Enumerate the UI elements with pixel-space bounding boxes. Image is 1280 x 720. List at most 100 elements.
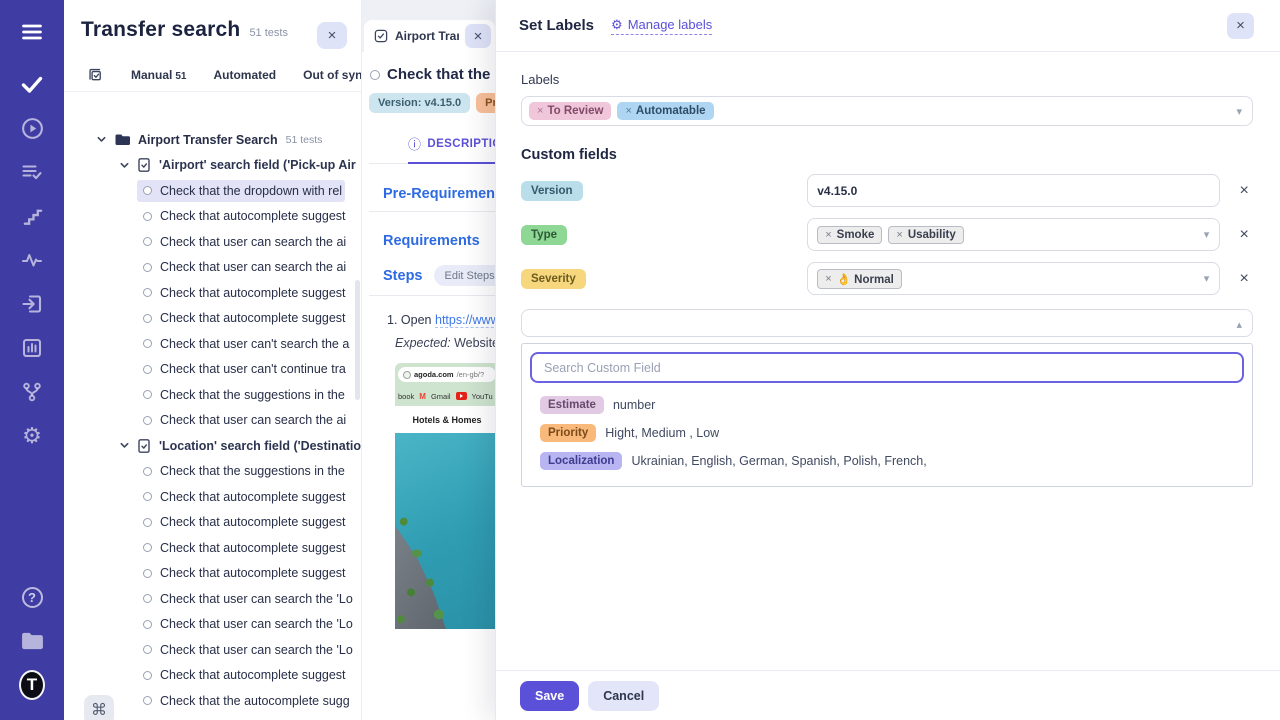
remove-chip-icon[interactable]: × (896, 229, 902, 241)
version-input[interactable] (817, 184, 1195, 198)
tree-test-item[interactable]: Check that user can search the ai (64, 229, 361, 255)
case-tab-bar: Airport Transfer × (362, 0, 495, 52)
tree-test-item[interactable]: Check that the dropdown with rel (64, 178, 361, 204)
test-circle-icon (143, 645, 152, 654)
type-select[interactable]: × Smoke× Usability▾ (807, 218, 1220, 251)
step-screenshot[interactable]: agoda.com/en-gb/? book M Gmail YouTu Hot… (395, 363, 495, 629)
close-case-tab-button[interactable]: × (465, 24, 491, 48)
tree-test-item[interactable]: Check that user can search the ai (64, 255, 361, 281)
screenshot-url-path: /en-gb/? (457, 370, 485, 379)
tree-test-item[interactable]: Check that autocomplete suggest (64, 280, 361, 306)
custom-field-option-priority[interactable]: PriorityHight, Medium , Low (540, 424, 1244, 442)
test-circle-icon (143, 620, 152, 629)
chevron-down-icon[interactable] (119, 440, 130, 451)
select-all-icon[interactable] (86, 66, 104, 84)
tree-folder-item[interactable]: Airport Transfer Search51 tests (64, 127, 361, 153)
tree-suite-item[interactable]: 'Location' search field ('Destinatio (64, 433, 361, 459)
suite-doc-icon (137, 157, 151, 173)
chevron-down-icon[interactable] (119, 160, 130, 171)
remove-chip-icon[interactable]: × (537, 105, 543, 117)
add-custom-field-select[interactable]: ▴ (521, 309, 1253, 337)
tree-test-item[interactable]: Check that autocomplete suggest (64, 510, 361, 536)
tree-test-item[interactable]: Check that autocomplete suggest (64, 484, 361, 510)
labels-select[interactable]: × To Review× Automatable▾ (521, 96, 1253, 126)
tree-suite-item[interactable]: 'Airport' search field ('Pick-up Air (64, 153, 361, 179)
edit-steps-toggle[interactable]: Edit Steps (434, 265, 496, 286)
reports-icon[interactable] (19, 335, 45, 361)
projects-folder-icon[interactable] (19, 628, 45, 654)
shared-steps-icon[interactable] (19, 203, 45, 229)
custom-field-dropdown: Estimatenumber PriorityHight, Medium , Lo… (521, 343, 1253, 487)
case-tab[interactable]: Airport Transfer × (364, 20, 495, 52)
close-tree-panel-button[interactable]: × (317, 22, 347, 49)
tab-manual[interactable]: Manual51 (131, 68, 186, 82)
tree-test-item[interactable]: Check that user can search the 'Lo (64, 586, 361, 612)
cancel-button[interactable]: Cancel (588, 681, 659, 711)
tree-scrollbar[interactable] (355, 280, 360, 400)
option-values-text: Hight, Medium , Low (605, 426, 719, 440)
case-body: Check that the Version: v4.15.0 Priority… (362, 52, 495, 629)
tab-description[interactable]: ⓘ DESCRIPTION (408, 134, 495, 164)
case-tabs: ⓘ DESCRIPTION (369, 134, 495, 164)
custom-field-option-estimate[interactable]: Estimatenumber (540, 396, 1244, 414)
section-pre-requirements[interactable]: Pre-Requirements (369, 186, 495, 202)
brand-logo[interactable]: T (19, 672, 45, 698)
case-badges: Version: v4.15.0 Priority (369, 93, 495, 113)
tree-test-item[interactable]: Check that user can't search the a (64, 331, 361, 357)
remove-field-button[interactable]: × (1235, 183, 1253, 199)
search-custom-field-input[interactable] (530, 352, 1244, 383)
tree-test-item[interactable]: Check that the suggestions in the (64, 459, 361, 485)
tree-test-item[interactable]: Check that autocomplete suggest (64, 306, 361, 332)
remove-field-button[interactable]: × (1235, 227, 1253, 243)
milestones-icon[interactable] (19, 379, 45, 405)
screenshot-bookmarks-bar: book M Gmail YouTu (395, 386, 495, 406)
remove-chip-icon[interactable]: × (625, 105, 631, 117)
manage-labels-link[interactable]: ⚙ Manage labels (611, 17, 712, 35)
section-requirements[interactable]: Requirements (369, 233, 495, 249)
tree-test-item[interactable]: Check that user can search the ai (64, 408, 361, 434)
tests-check-icon[interactable] (19, 71, 45, 97)
chevron-down-icon: ▾ (1236, 105, 1242, 118)
tree-test-item[interactable]: Check that autocomplete suggest (64, 663, 361, 689)
save-button[interactable]: Save (520, 681, 579, 711)
test-circle-icon (143, 390, 152, 399)
tree-item-label: Airport Transfer Search (138, 133, 278, 147)
chevron-down-icon[interactable] (96, 134, 107, 145)
step-link[interactable]: https://www.a (435, 313, 495, 328)
settings-icon[interactable]: ⚙ (19, 423, 45, 449)
tab-automated[interactable]: Automated (213, 68, 276, 82)
test-plans-icon[interactable] (19, 159, 45, 185)
tree-item-label: Check that autocomplete suggest (160, 209, 346, 223)
tab-out-of-sync[interactable]: Out of syn (303, 68, 362, 82)
menu-icon[interactable] (19, 19, 45, 45)
custom-fields-heading: Custom fields (521, 147, 1253, 163)
tree-test-item[interactable]: Check that user can't continue tra (64, 357, 361, 383)
help-icon[interactable]: ? (19, 584, 45, 610)
custom-field-option-localization[interactable]: LocalizationUkrainian, English, German, … (540, 452, 1244, 470)
tree-tabs: Manual51 Automated Out of syn (64, 58, 361, 92)
severity-select[interactable]: × 👌 Normal▾ (807, 262, 1220, 295)
tree-test-item[interactable]: Check that user can search the 'Lo (64, 637, 361, 663)
inbox-icon[interactable] (19, 291, 45, 317)
command-shortcut-badge[interactable]: ⌘ (84, 695, 114, 720)
value-chip: × 👌 Normal (817, 269, 902, 289)
tree-item-label: Check that user can search the 'Lo (160, 643, 353, 657)
close-modal-button[interactable]: × (1227, 13, 1254, 39)
remove-field-button[interactable]: × (1235, 271, 1253, 287)
tree-test-item[interactable]: Check that autocomplete suggest (64, 204, 361, 230)
test-circle-icon (143, 696, 152, 705)
tree-test-item[interactable]: Check that user can search the 'Lo (64, 612, 361, 638)
test-circle-icon (143, 212, 152, 221)
test-circle-icon (143, 543, 152, 552)
tree-test-item[interactable]: Check that the suggestions in the (64, 382, 361, 408)
activity-icon[interactable] (19, 247, 45, 273)
tree-test-item[interactable]: Check that autocomplete suggest (64, 535, 361, 561)
remove-chip-icon[interactable]: × (825, 229, 831, 241)
section-steps[interactable]: Steps (369, 268, 423, 284)
tests-tree: Airport Transfer Search51 tests'Airport'… (64, 127, 361, 720)
remove-chip-icon[interactable]: × (825, 273, 831, 285)
chevron-up-icon: ▴ (1236, 318, 1242, 331)
tree-test-item[interactable]: Check that autocomplete suggest (64, 561, 361, 587)
step-expected: Expected: Website is (369, 336, 495, 350)
test-runs-icon[interactable] (19, 115, 45, 141)
